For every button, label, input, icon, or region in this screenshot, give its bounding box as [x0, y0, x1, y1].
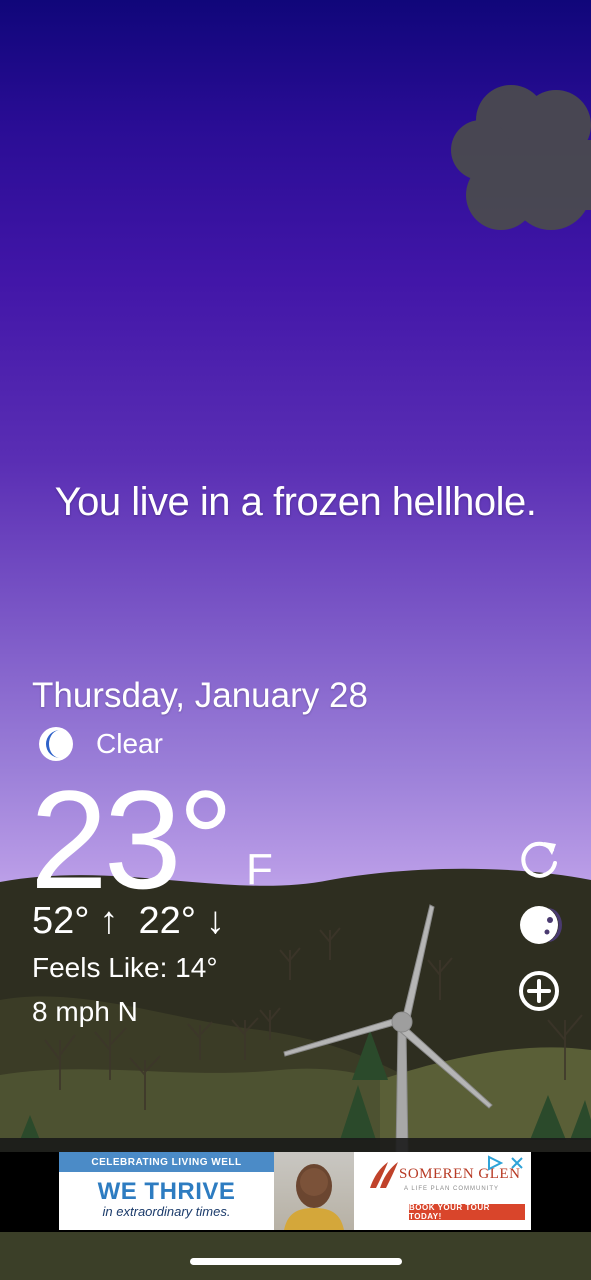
condition-label: Clear	[96, 728, 163, 759]
ad-choices-icon[interactable]	[486, 1155, 504, 1171]
add-location-button[interactable]	[516, 968, 562, 1014]
banner-ad[interactable]: CELEBRATING LIVING WELL WE THRIVE in ext…	[59, 1152, 531, 1230]
moon-phase-icon	[520, 906, 562, 944]
ad-brand-tagline: A LIFE PLAN COMMUNITY	[404, 1186, 500, 1192]
current-date: Thursday, January 28	[32, 676, 368, 715]
ad-subline: in extraordinary times.	[102, 1204, 231, 1219]
home-indicator[interactable]	[190, 1258, 402, 1265]
ad-headline: WE THRIVE	[97, 1178, 236, 1205]
temperature-unit: F	[246, 845, 273, 894]
high-low-row: 52° ↑ 22° ↓	[32, 900, 245, 943]
refresh-icon	[521, 841, 557, 878]
high-temp: 52°	[32, 900, 90, 942]
low-temp: 22°	[138, 900, 196, 942]
wind-speed: 8 mph N	[32, 996, 138, 1027]
current-temperature: 23°	[30, 761, 234, 918]
up-arrow-icon: ↑	[99, 900, 119, 942]
ad-banner-text: CELEBRATING LIVING WELL	[59, 1152, 274, 1172]
close-icon[interactable]	[509, 1155, 525, 1171]
ad-divider	[0, 1138, 591, 1152]
down-arrow-icon: ↓	[205, 900, 225, 942]
refresh-button[interactable]	[516, 836, 562, 882]
bottom-ground	[0, 1232, 591, 1280]
weather-tagline: You live in a frozen hellhole.	[54, 480, 537, 524]
ad-cta-button[interactable]: BOOK YOUR TOUR TODAY!	[409, 1203, 525, 1221]
ad-photo	[274, 1152, 354, 1230]
cloud-icon	[451, 85, 591, 230]
feels-like: Feels Like: 14°	[32, 952, 218, 983]
condition-row: Clear	[36, 722, 163, 766]
theme-button[interactable]	[516, 902, 562, 948]
person-photo-icon	[284, 1164, 344, 1230]
add-circle-icon	[519, 971, 559, 1011]
moon-icon	[39, 727, 73, 761]
